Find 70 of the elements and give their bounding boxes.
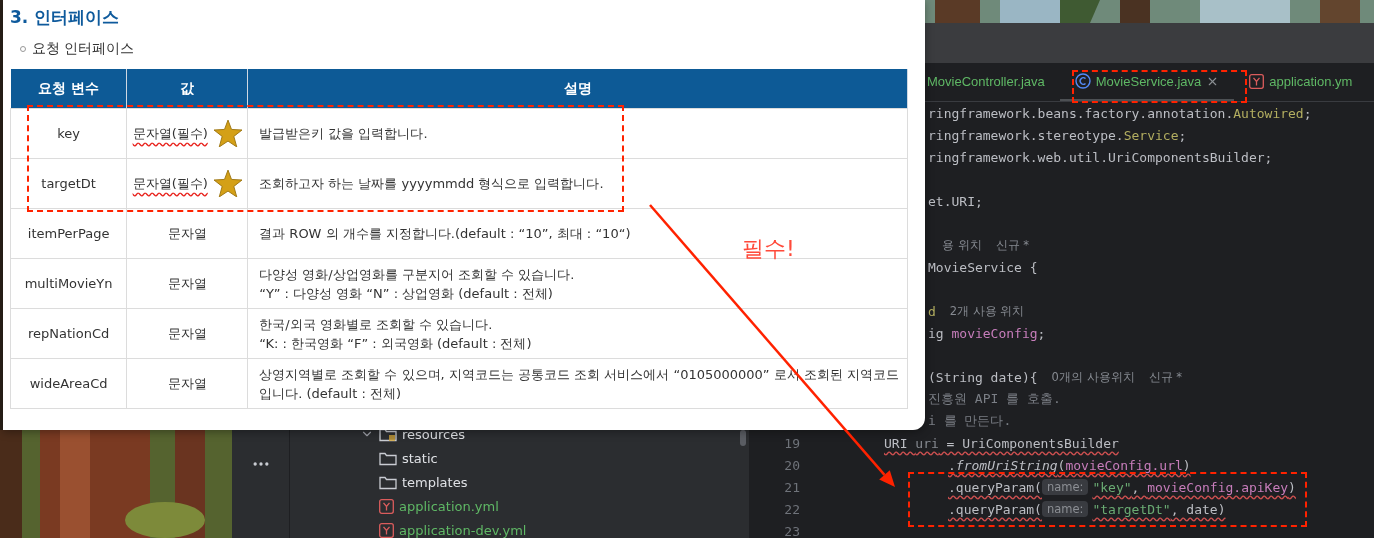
- code-comment: i 를 만든다.: [928, 412, 1012, 430]
- usage-hint: 신규 *: [995, 237, 1030, 253]
- tree-item[interactable]: static: [402, 450, 438, 466]
- line-number: 21: [784, 479, 800, 495]
- code-text: d: [928, 303, 936, 319]
- line-number: 22: [784, 501, 800, 517]
- table-cell-text: 발급받은키 값을 입력합니다.: [259, 125, 429, 143]
- table-cell: multiMovieYn: [24, 276, 113, 291]
- code-text: ringframework.stereotype.Service;: [928, 127, 1187, 143]
- code-text: (String date){: [928, 369, 1038, 385]
- tree-item[interactable]: application-dev.yml: [399, 522, 527, 538]
- yaml-file-icon: [379, 498, 394, 514]
- parameter-hint: name:: [1041, 479, 1089, 495]
- tree-item[interactable]: templates: [402, 474, 468, 490]
- code-text: URI uri = UriComponentsBuilder: [884, 435, 1119, 451]
- table-cell: wideAreaCd: [29, 376, 108, 391]
- yaml-file-icon: [1249, 73, 1265, 89]
- code-text: .queryParam(: [948, 501, 1042, 517]
- table-cell: itemPerPage: [27, 226, 110, 241]
- scrollbar[interactable]: [740, 430, 746, 446]
- table-cell-text: 문자열(필수): [132, 125, 208, 143]
- column-header: 요청 변수: [10, 69, 127, 109]
- line-number: 23: [784, 523, 800, 538]
- table-cell-text: 문자열: [167, 375, 207, 393]
- table-cell-text: 한국/외국 영화별로 조회할 수 있습니다.: [259, 315, 494, 334]
- line-number: 19: [784, 435, 800, 451]
- annotation-note: 필수!: [742, 235, 795, 263]
- code-text: ringframework.beans.factory.annotation.Autowired;: [928, 105, 1312, 121]
- column-header: 설명: [247, 69, 908, 109]
- subsection-title: 요청 인터페이스: [32, 40, 135, 58]
- table-cell: key: [57, 126, 80, 141]
- table-cell: repNationCd: [28, 326, 110, 341]
- code-text: "targetDt", date): [1092, 501, 1226, 517]
- code-text: et.URI;: [928, 193, 983, 209]
- code-text: "key", movieConfig.apiKey): [1092, 479, 1296, 495]
- table-cell-text: 다양성 영화/상업영화를 구분지어 조회할 수 있습니다.: [259, 265, 576, 284]
- section-title: 3. 인터페이스: [10, 6, 121, 28]
- table-cell-text: 문자열: [167, 325, 207, 343]
- editor-tab[interactable]: application.ym: [1234, 63, 1368, 101]
- table-cell-text: 문자열: [167, 275, 207, 293]
- class-icon: [1074, 73, 1091, 89]
- editor-tab[interactable]: MovieService.java: [1059, 63, 1235, 101]
- usage-hint: 2개 사용 위치: [949, 303, 1025, 319]
- column-header: 값: [126, 69, 248, 109]
- code-text: ig movieConfig;: [928, 325, 1046, 341]
- code-text: MovieService {: [928, 259, 1038, 275]
- parameter-hint: name:: [1041, 501, 1089, 517]
- table-cell-text: 문자열(필수): [132, 175, 208, 193]
- usage-hint: 0개의 사용위치: [1051, 369, 1135, 385]
- table-cell-text: “Y” : 다양성 영화 “N” : 상업영화 (default : 전체): [259, 284, 554, 303]
- usage-hint: 용 위치: [942, 237, 982, 253]
- folder-icon: [379, 474, 397, 490]
- table-cell-text: 입니다. (default : 전체): [259, 384, 402, 403]
- code-text: .queryParam(: [948, 479, 1042, 495]
- editor-tab[interactable]: MovieController.java: [927, 63, 1060, 101]
- code-text: ringframework.web.util.UriComponentsBuilder;: [928, 149, 1273, 165]
- folder-icon: [379, 450, 397, 466]
- code-comment: 진흥원 API 를 호출.: [928, 390, 1061, 408]
- code-text: .fromUriString(movieConfig.url): [948, 457, 1191, 473]
- table-cell-text: “K: : 한국영화 “F” : 외국영화 (default : 전체): [259, 334, 533, 353]
- table-cell-text: 결과 ROW 의 개수를 지정합니다.(default : “10”, 최대 : “10“): [259, 225, 632, 243]
- usage-hint: 신규 *: [1148, 369, 1182, 385]
- yaml-file-icon: [379, 522, 394, 538]
- table-cell-text: 문자열: [167, 225, 207, 243]
- line-number: 20: [784, 457, 800, 473]
- table-cell: targetDt: [41, 176, 96, 191]
- table-cell-text: 상영지역별로 조회할 수 있으며, 지역코드는 공통코드 조회 서비스에서 “0105000000” 로서 조회된 지역코드: [259, 365, 899, 384]
- table-cell-text: 조회하고자 하는 날짜를 yyyymmdd 형식으로 입력합니다.: [259, 175, 605, 193]
- tree-item[interactable]: application.yml: [399, 498, 499, 514]
- tree-item[interactable]: resources: [402, 426, 465, 442]
